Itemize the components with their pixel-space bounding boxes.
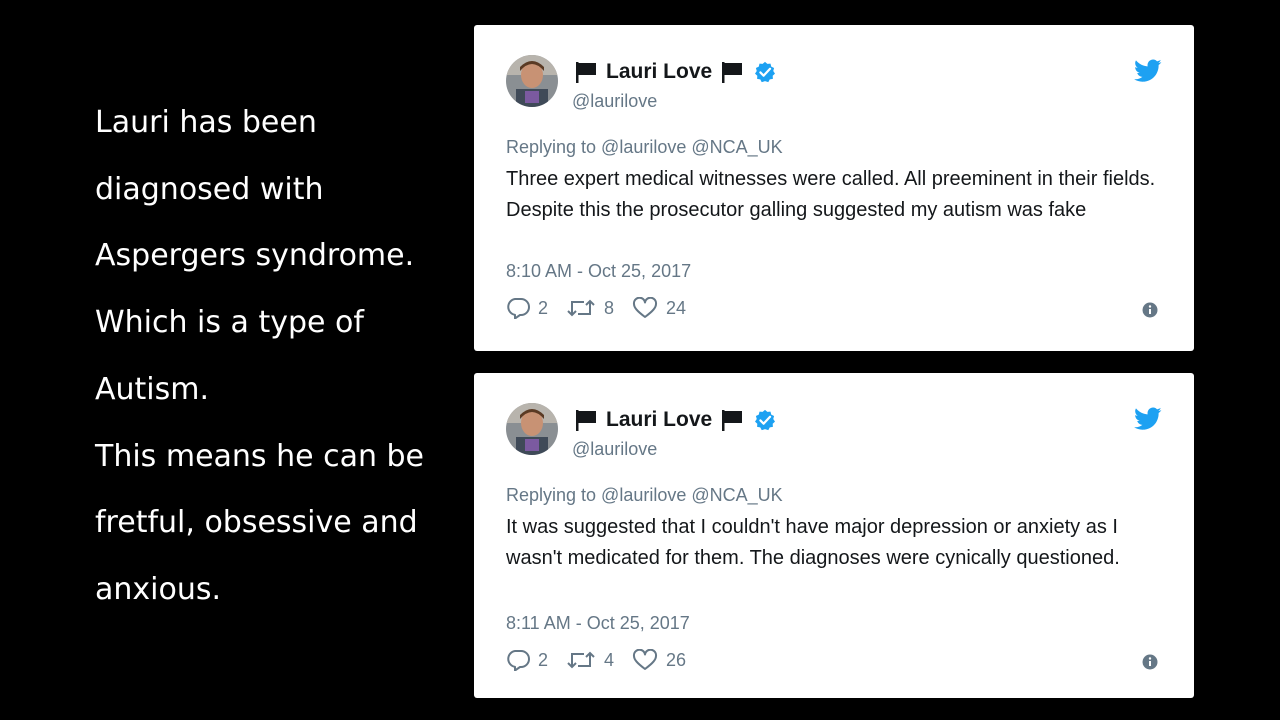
avatar[interactable] xyxy=(506,55,558,107)
tweet-timestamp[interactable]: 8:10 AM - Oct 25, 2017 xyxy=(506,261,691,282)
author-name-row: Lauri Love xyxy=(574,407,776,433)
caption-line: fretful, obsessive and xyxy=(95,505,418,541)
like-count: 24 xyxy=(666,297,687,318)
caption-line: Which is a type of xyxy=(95,305,364,341)
tweet-card: Lauri Love @laurilove Replying to @lauri… xyxy=(474,25,1194,351)
flag-icon xyxy=(576,410,596,431)
reply-count: 2 xyxy=(538,297,549,318)
verified-badge-icon xyxy=(755,409,776,431)
caption-text: Lauri has been diagnosed with Aspergers … xyxy=(95,90,465,624)
tweet-timestamp[interactable]: 8:11 AM - Oct 25, 2017 xyxy=(506,613,690,634)
like-count: 26 xyxy=(666,649,687,670)
tweet-actions: 2 8 24 xyxy=(506,297,704,319)
twitter-bird-icon[interactable] xyxy=(1134,407,1162,431)
caption-line: Autism. xyxy=(95,371,210,407)
retweet-count: 8 xyxy=(604,297,615,318)
reply-icon xyxy=(507,650,530,671)
author-name[interactable]: Lauri Love xyxy=(606,60,712,84)
flag-icon xyxy=(722,62,743,83)
flag-icon xyxy=(576,62,596,83)
author-name-row: Lauri Love xyxy=(574,59,776,85)
caption-line: Aspergers syndrome. xyxy=(95,238,415,274)
retweet-icon xyxy=(567,299,595,317)
info-icon[interactable] xyxy=(1142,654,1158,670)
reply-count: 2 xyxy=(538,649,549,670)
replying-to: Replying to @laurilove @NCA_UK xyxy=(506,485,783,505)
caption-line: This means he can be xyxy=(95,438,425,474)
author-handle[interactable]: @laurilove xyxy=(572,91,657,112)
retweet-icon xyxy=(567,651,595,669)
verified-badge-icon xyxy=(755,61,776,83)
retweet-count: 4 xyxy=(604,649,615,670)
tweet-text: It was suggested that I couldn't have ma… xyxy=(506,516,1120,569)
twitter-bird-icon[interactable] xyxy=(1134,59,1162,83)
like-button[interactable]: 24 xyxy=(632,297,686,319)
tweet-card: Lauri Love @laurilove Replying to @lauri… xyxy=(474,373,1194,698)
heart-icon xyxy=(633,297,658,318)
author-name[interactable]: Lauri Love xyxy=(606,408,712,432)
reply-button[interactable]: 2 xyxy=(506,297,548,319)
replying-to: Replying to @laurilove @NCA_UK xyxy=(506,137,783,157)
info-icon[interactable] xyxy=(1142,302,1158,318)
avatar[interactable] xyxy=(506,403,558,455)
caption-line: diagnosed with xyxy=(95,171,324,207)
retweet-button[interactable]: 8 xyxy=(566,297,614,319)
heart-icon xyxy=(633,649,658,670)
like-button[interactable]: 26 xyxy=(632,649,686,671)
flag-icon xyxy=(722,410,743,431)
reply-button[interactable]: 2 xyxy=(506,649,548,671)
retweet-button[interactable]: 4 xyxy=(566,649,614,671)
caption-line: anxious. xyxy=(95,571,222,607)
caption-line: Lauri has been xyxy=(95,105,317,140)
reply-icon xyxy=(507,298,530,319)
slide: Lauri has been diagnosed with Aspergers … xyxy=(0,0,1280,720)
tweet-actions: 2 4 26 xyxy=(506,649,704,671)
author-handle[interactable]: @laurilove xyxy=(572,439,657,460)
tweet-text: Three expert medical witnesses were call… xyxy=(506,168,1156,221)
